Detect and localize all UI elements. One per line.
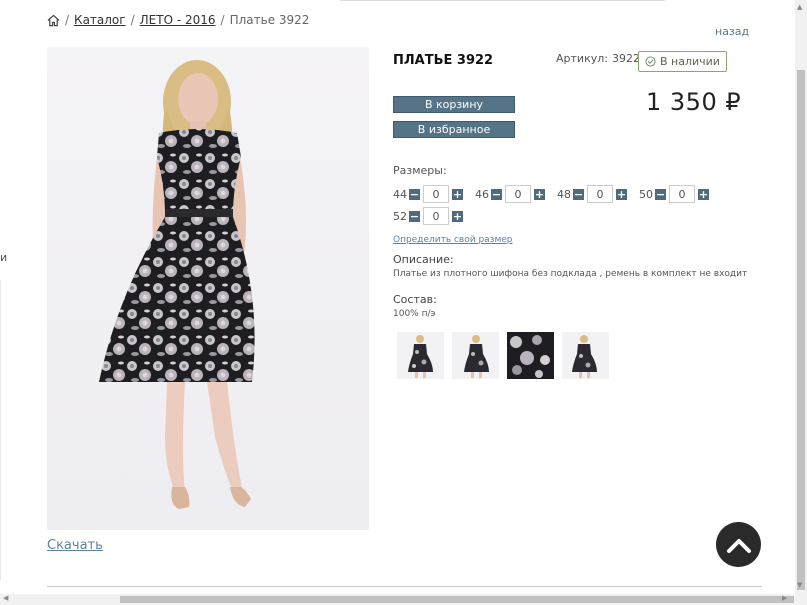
stock-badge: В наличии: [638, 51, 727, 72]
home-icon[interactable]: [47, 14, 60, 27]
price: 1 350 ₽: [646, 88, 742, 116]
plus-button[interactable]: +: [698, 188, 709, 200]
minus-button[interactable]: −: [655, 188, 666, 200]
plus-button[interactable]: +: [452, 210, 463, 222]
back-link[interactable]: назад: [715, 25, 749, 38]
thumbnail-1[interactable]: [397, 332, 444, 379]
plus-button[interactable]: +: [616, 188, 627, 200]
download-link[interactable]: Скачать: [47, 538, 103, 553]
vertical-scrollbar-thumb[interactable]: [797, 70, 805, 590]
horizontal-scrollbar-thumb[interactable]: [120, 596, 794, 603]
plus-button[interactable]: +: [534, 188, 545, 200]
breadcrumb: / Каталог / ЛЕТО - 2016 / Платье 3922: [47, 13, 309, 27]
dress-model-illustration: [99, 60, 255, 509]
size-number: 48: [557, 187, 571, 201]
quantity-input[interactable]: [669, 185, 695, 203]
check-circle-icon: [645, 56, 656, 67]
left-edge-text: и: [0, 251, 8, 264]
minus-button[interactable]: −: [409, 210, 420, 222]
sku: Артикул: 3922: [556, 52, 640, 65]
stock-label: В наличии: [660, 55, 720, 68]
composition-text: 100% п/э: [393, 309, 436, 319]
quantity-input[interactable]: [423, 207, 449, 225]
minus-button[interactable]: −: [491, 188, 502, 200]
left-rule: [0, 280, 1, 580]
thumbnail-image: [507, 332, 554, 379]
product-title: ПЛАТЬЕ 3922: [393, 53, 494, 68]
size-48: 48 − +: [557, 185, 627, 203]
thumbnail-2[interactable]: [452, 332, 499, 379]
quantity-input[interactable]: [423, 185, 449, 203]
quantity-input[interactable]: [505, 185, 531, 203]
plus-button[interactable]: +: [452, 188, 463, 200]
thumbnail-image: [562, 332, 609, 379]
size-number: 50: [639, 187, 653, 201]
add-to-cart-button[interactable]: В корзину: [393, 96, 515, 113]
quantity-input[interactable]: [587, 185, 613, 203]
sku-label: Артикул:: [556, 52, 608, 65]
sizes-label: Размеры:: [393, 164, 447, 177]
size-number: 46: [475, 187, 489, 201]
description-label: Описание:: [393, 253, 454, 266]
size-52: 52 − +: [393, 207, 463, 225]
add-to-favorites-button[interactable]: В избранное: [393, 121, 515, 138]
breadcrumb-current: Платье 3922: [229, 13, 310, 27]
description-text: Платье из плотного шифона без подклада ,…: [393, 269, 748, 279]
breadcrumb-separator: /: [65, 13, 70, 27]
footer-divider: [47, 586, 762, 587]
minus-button[interactable]: −: [409, 188, 420, 200]
breadcrumb-separator: /: [130, 13, 135, 27]
scroll-up-arrow-icon[interactable]: ▲: [797, 3, 802, 11]
size-number: 44: [393, 187, 407, 201]
minus-button[interactable]: −: [573, 188, 584, 200]
thumbnail-3[interactable]: [507, 332, 554, 379]
scroll-down-arrow-icon[interactable]: ▼: [797, 581, 802, 589]
thumbnail-4[interactable]: [562, 332, 609, 379]
scroll-right-arrow-icon[interactable]: ▶: [782, 594, 787, 602]
scroll-to-top-button[interactable]: [716, 522, 761, 567]
thumbnail-image: [452, 332, 499, 379]
breadcrumb-catalog[interactable]: Каталог: [74, 13, 126, 27]
product-photo[interactable]: [47, 47, 369, 530]
sku-value: 3922: [611, 52, 640, 65]
breadcrumb-summer-2016[interactable]: ЛЕТО - 2016: [140, 13, 216, 27]
size-46: 46 − +: [475, 185, 545, 203]
thumbnail-image: [397, 332, 444, 379]
determine-size-link[interactable]: Определить свой размер: [393, 235, 513, 245]
size-50: 50 − +: [639, 185, 709, 203]
chevron-up-icon: [726, 538, 751, 553]
scroll-left-arrow-icon[interactable]: ◀: [3, 594, 8, 602]
size-44: 44 − +: [393, 185, 463, 203]
breadcrumb-separator: /: [220, 13, 225, 27]
size-number: 52: [393, 209, 407, 223]
composition-label: Состав:: [393, 293, 437, 306]
top-rule: [340, 0, 665, 1]
